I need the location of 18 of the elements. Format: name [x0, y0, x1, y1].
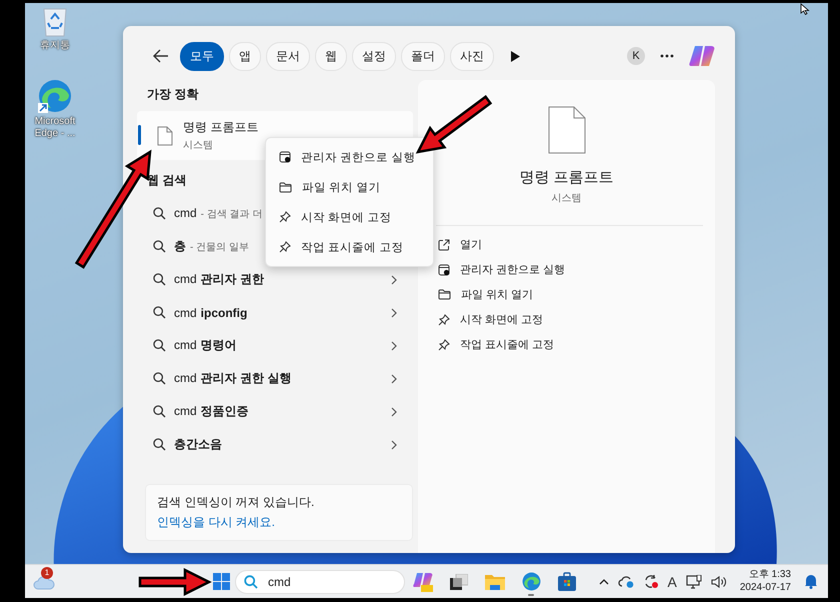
- desktop-icon-label: 휴지통: [39, 40, 71, 52]
- suggestion-text: cmd ipconfig: [174, 306, 248, 320]
- result-subtitle: 시스템: [183, 139, 214, 152]
- notification-badge: 1: [41, 566, 53, 578]
- suggestion-text: cmd 관리자 권한 실행: [174, 370, 292, 387]
- section-heading: 가장 정확: [146, 86, 198, 103]
- suggestion-text: 층 - 건물의 일부: [174, 238, 249, 255]
- result-title: 명령 프롬프트: [183, 119, 258, 136]
- desktop-icon-label: Microsoft Edge - ...: [34, 116, 76, 139]
- suggestion-text: cmd - 검색 결과 더: [174, 206, 262, 221]
- section-heading: 웹 검색: [146, 172, 186, 189]
- preview-subtitle: 시스템: [552, 192, 582, 205]
- notice-text: 검색 인덱싱이 꺼져 있습니다.: [157, 494, 316, 511]
- preview-title: 명령 프롬프트: [519, 168, 614, 187]
- suggestion-text: cmd 관리자 권한: [174, 271, 266, 288]
- suggestion-text: cmd 명령어: [174, 337, 238, 354]
- suggestion-text: 층간소음: [174, 436, 223, 453]
- suggestion-text: cmd 정품인증: [174, 403, 250, 420]
